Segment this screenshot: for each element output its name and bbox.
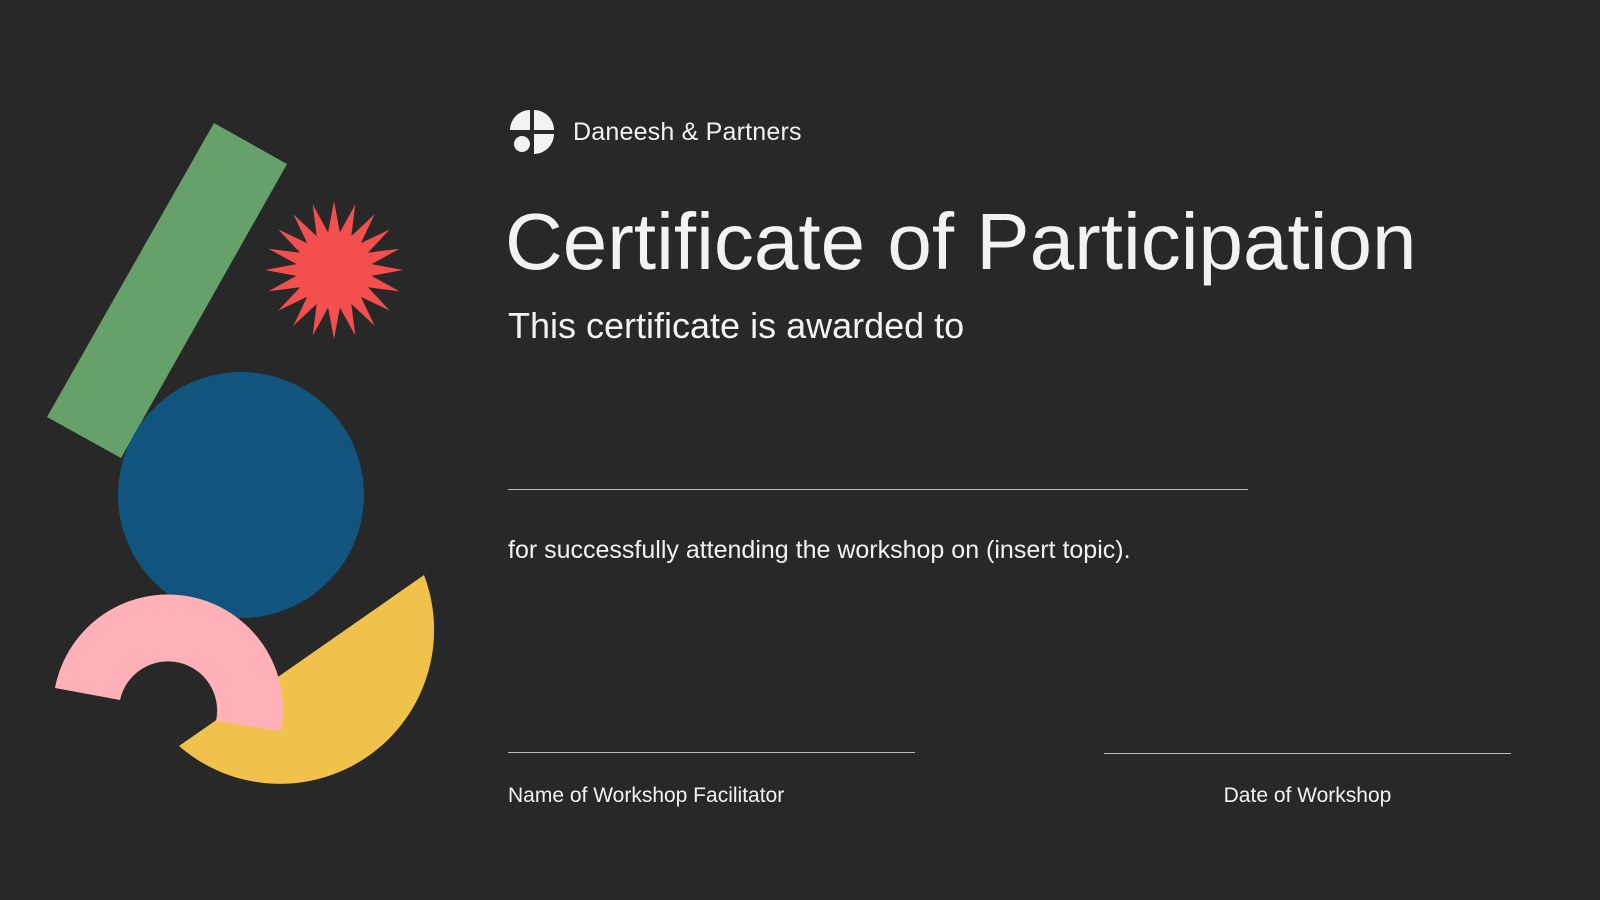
quartered-circle-logo-icon bbox=[510, 110, 554, 154]
blue-circle-shape bbox=[118, 372, 364, 618]
recipient-name-line bbox=[508, 489, 1248, 490]
facilitator-signature-line bbox=[508, 752, 915, 753]
decorative-shapes bbox=[47, 123, 435, 784]
date-caption: Date of Workshop bbox=[1223, 784, 1392, 807]
brand-name: Daneesh & Partners bbox=[573, 117, 802, 146]
date-signature-line bbox=[1104, 753, 1511, 754]
certificate: Daneesh & Partners Certificate of Partic… bbox=[0, 0, 1600, 900]
certificate-title: Certificate of Participation bbox=[505, 197, 1417, 286]
red-starburst-shape bbox=[265, 201, 403, 339]
brand: Daneesh & Partners bbox=[508, 108, 802, 156]
certificate-subtitle: This certificate is awarded to bbox=[508, 305, 965, 346]
certificate-statement: for successfully attending the workshop … bbox=[508, 536, 1131, 564]
facilitator-caption: Name of Workshop Facilitator bbox=[508, 784, 785, 807]
